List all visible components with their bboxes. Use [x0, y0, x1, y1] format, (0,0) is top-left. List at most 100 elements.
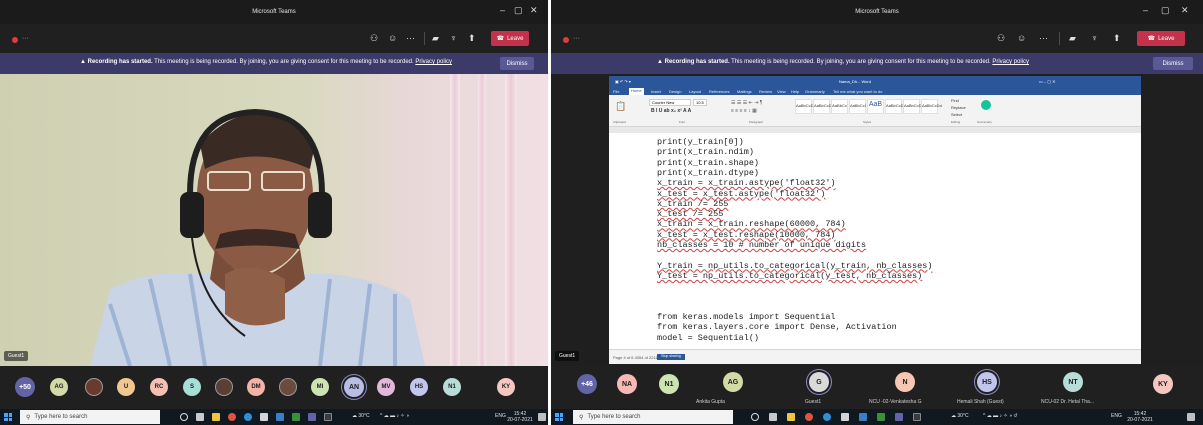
camera-off-icon[interactable]: ▰: [1069, 33, 1076, 43]
mail-icon[interactable]: [859, 413, 867, 421]
notifications-icon[interactable]: [1187, 413, 1195, 421]
style-item[interactable]: AaBbCcD: [885, 99, 904, 114]
word-tab[interactable]: Help: [791, 89, 799, 94]
teams-icon[interactable]: [895, 413, 903, 421]
privacy-policy-link[interactable]: Privacy policy: [992, 59, 1029, 65]
select-button[interactable]: Select: [951, 112, 962, 117]
edge-icon[interactable]: [823, 413, 831, 421]
participant-avatar[interactable]: AG: [50, 378, 68, 396]
word-tab[interactable]: Mailings: [737, 89, 752, 94]
participant-avatar[interactable]: AN: [344, 377, 364, 397]
cortana-icon[interactable]: [751, 413, 759, 421]
app-icon[interactable]: [292, 413, 300, 421]
style-item[interactable]: AaBbCcDd: [795, 99, 816, 114]
taskbar-clock[interactable]: 15:42 20-07-2021: [1123, 411, 1157, 423]
word-tab[interactable]: Insert: [651, 89, 661, 94]
participant-avatar[interactable]: [85, 378, 103, 396]
participants-icon[interactable]: ⚇: [370, 33, 378, 43]
replace-button[interactable]: Replace: [951, 105, 966, 110]
tell-me-search[interactable]: Tell me what you want to do: [833, 89, 882, 94]
font-name-box[interactable]: Courier New: [649, 99, 691, 106]
mail-icon[interactable]: [276, 413, 284, 421]
maximize-icon[interactable]: ▢: [1161, 5, 1170, 16]
overflow-count[interactable]: +46: [577, 374, 597, 394]
paragraph-buttons[interactable]: ☰ ☰ ☰ ⇤ ⇥ ¶: [731, 100, 762, 106]
font-size-box[interactable]: 10.5: [693, 99, 707, 106]
share-screen-icon[interactable]: ⬆: [468, 33, 476, 43]
paste-icon[interactable]: 📋: [615, 101, 626, 112]
more-actions-icon[interactable]: ···: [1039, 33, 1048, 43]
word-tab[interactable]: Layout: [689, 89, 701, 94]
store-icon[interactable]: [260, 413, 268, 421]
more-actions-icon[interactable]: ···: [406, 33, 415, 43]
participants-icon[interactable]: ⚇: [997, 33, 1005, 43]
app-icon[interactable]: [324, 413, 332, 421]
participant-avatar[interactable]: DM: [247, 378, 265, 396]
participant-avatar[interactable]: NA: [617, 374, 637, 394]
word-tab-active[interactable]: Home: [629, 88, 644, 95]
taskbar-search[interactable]: ⚲ Type here to search: [573, 410, 733, 424]
share-screen-icon[interactable]: ⬆: [1113, 33, 1121, 43]
app-icon[interactable]: [913, 413, 921, 421]
word-tab[interactable]: View: [777, 89, 786, 94]
edge-icon[interactable]: [244, 413, 252, 421]
participant-avatar[interactable]: RC: [150, 378, 168, 396]
word-tab[interactable]: Design: [669, 89, 681, 94]
word-tab[interactable]: File: [613, 89, 619, 94]
close-icon[interactable]: ✕: [530, 5, 538, 16]
reactions-icon[interactable]: ☺: [1017, 33, 1026, 43]
task-view-icon[interactable]: [769, 413, 777, 421]
find-button[interactable]: Find: [951, 98, 959, 103]
participant-avatar[interactable]: KY: [497, 378, 515, 396]
participant-avatar[interactable]: U: [117, 378, 135, 396]
participant-avatar[interactable]: N: [895, 372, 915, 392]
stop-sharing-button[interactable]: Stop sharing: [657, 354, 685, 360]
dismiss-button[interactable]: Dismiss: [500, 57, 534, 70]
style-item[interactable]: AaBbCcDd: [903, 99, 924, 114]
windows-start-icon[interactable]: [4, 413, 12, 421]
system-tray-icons[interactable]: ^ ☁ ▬ ♪ ✧ ◑: [380, 413, 409, 419]
style-item[interactable]: AaBbCcDd: [921, 99, 942, 114]
chrome-icon[interactable]: [228, 413, 236, 421]
taskbar-clock[interactable]: 15:42 20-07-2021: [505, 411, 535, 423]
notifications-icon[interactable]: [538, 413, 546, 421]
style-item[interactable]: AaBbCcDd: [813, 99, 834, 114]
grammarly-icon[interactable]: [981, 100, 991, 110]
participant-avatar[interactable]: NT: [1063, 372, 1083, 392]
camera-off-icon[interactable]: ▰: [432, 33, 439, 43]
word-tab[interactable]: Grammarly: [805, 89, 825, 94]
word-tab[interactable]: Review: [759, 89, 772, 94]
quick-access-icons[interactable]: ▣ ↶ ↷ ▾: [615, 79, 631, 84]
participant-avatar[interactable]: G: [809, 372, 829, 392]
close-icon[interactable]: ✕: [1181, 5, 1189, 16]
participant-avatar[interactable]: AG: [723, 372, 743, 392]
align-buttons[interactable]: ≡ ≡ ≡ ≡ ↕ ▦: [731, 108, 757, 114]
file-explorer-icon[interactable]: [787, 413, 795, 421]
file-explorer-icon[interactable]: [212, 413, 220, 421]
language[interactable]: ENG: [1111, 413, 1122, 419]
participant-avatar[interactable]: HS: [977, 372, 997, 392]
cortana-icon[interactable]: [180, 413, 188, 421]
participant-avatar[interactable]: [215, 378, 233, 396]
overflow-count[interactable]: +50: [15, 377, 35, 397]
participant-avatar[interactable]: HS: [410, 378, 428, 396]
participant-avatar[interactable]: KY: [1153, 374, 1173, 394]
word-tab[interactable]: References: [709, 89, 729, 94]
task-view-icon[interactable]: [196, 413, 204, 421]
participant-avatar[interactable]: N1: [443, 378, 461, 396]
taskbar-search[interactable]: ⚲ Type here to search: [20, 410, 160, 424]
mic-off-icon[interactable]: ♆: [450, 33, 457, 43]
privacy-policy-link[interactable]: Privacy policy: [415, 59, 452, 65]
style-item[interactable]: AaB: [867, 99, 884, 114]
format-buttons[interactable]: B I U ab x₂ x² A A: [651, 108, 691, 114]
word-window-controls[interactable]: ▭ – ▢ ✕: [1039, 79, 1055, 84]
system-tray-icons[interactable]: ^ ☁ ▬ ♪ ✧ ◑ ↺: [983, 413, 1018, 419]
store-icon[interactable]: [841, 413, 849, 421]
chrome-icon[interactable]: [805, 413, 813, 421]
minimize-icon[interactable]: –: [1143, 5, 1148, 15]
weather[interactable]: ☁ 30°C: [951, 413, 969, 419]
dismiss-button[interactable]: Dismiss: [1153, 57, 1193, 70]
leave-button[interactable]: ☎ Leave: [491, 31, 529, 46]
app-icon[interactable]: [877, 413, 885, 421]
document-page[interactable]: print(y_train[0]) print(x_train.ndim) prin…: [609, 133, 1141, 349]
